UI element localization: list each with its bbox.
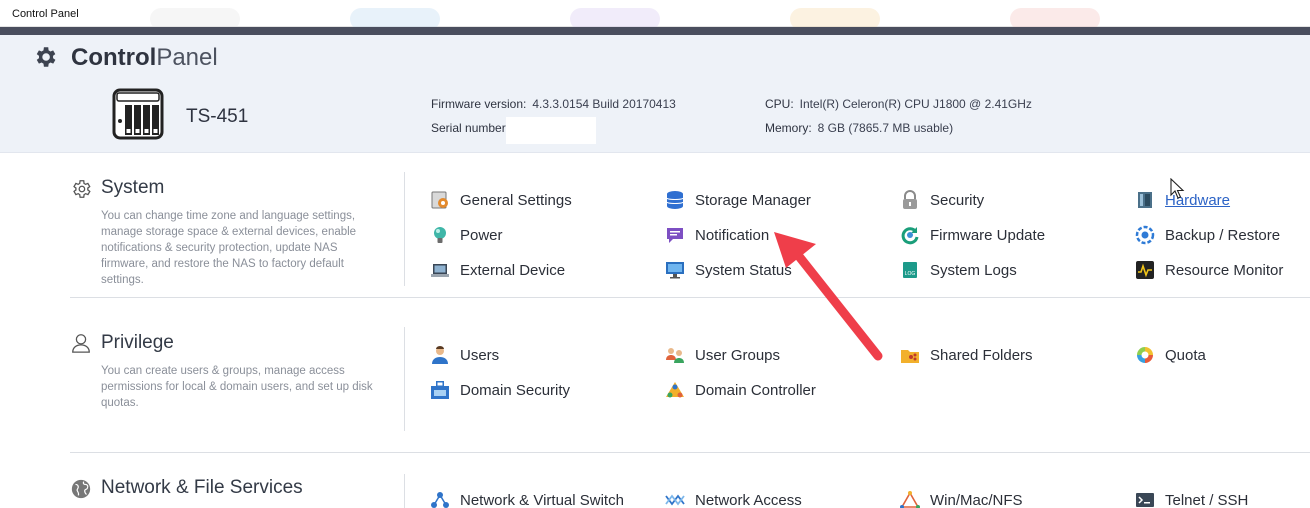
mouse-pointer-icon [1170, 178, 1185, 199]
item-firmware-update[interactable]: Firmware Update [900, 224, 1045, 246]
backup-gear-icon [1135, 225, 1155, 245]
item-telnet-ssh[interactable]: Telnet / SSH [1135, 489, 1248, 508]
hardware-icon [1138, 192, 1152, 208]
general-settings-icon [431, 191, 448, 209]
serial-label: Serial number [431, 121, 506, 135]
item-domain-security[interactable]: Domain Security [430, 379, 570, 401]
control-panel-window: Control Panel ControlPanel TS-451 Firmwa… [0, 0, 1310, 508]
item-power[interactable]: Power [430, 224, 503, 246]
monitor-icon [666, 262, 684, 279]
item-label: Win/Mac/NFS [930, 491, 1023, 508]
item-storage-manager[interactable]: Storage Manager [665, 189, 811, 211]
gear-icon [36, 47, 56, 67]
cpu-label: CPU: [765, 97, 794, 111]
app-title: ControlPanel [71, 44, 218, 72]
shared-folder-icon [901, 350, 919, 363]
section-description-system: You can change time zone and language se… [101, 210, 357, 286]
item-label: Power [460, 226, 503, 244]
section-title-network: Network & File Services [101, 477, 303, 498]
item-label: Network & Virtual Switch [460, 491, 624, 508]
item-network-virtual-switch[interactable]: Network & Virtual Switch [430, 489, 624, 508]
quota-pie-icon [1137, 347, 1153, 363]
domain-controller-icon [666, 382, 684, 398]
item-quota[interactable]: Quota [1135, 344, 1206, 366]
item-notification[interactable]: Notification [665, 224, 769, 246]
memory-value: 8 GB (7865.7 MB usable) [817, 121, 954, 135]
pulse-icon [1136, 261, 1154, 279]
chat-bubble-icon [667, 228, 683, 243]
item-label: Domain Security [460, 381, 571, 399]
app-title-light: Panel [156, 44, 218, 71]
user-group-icon [666, 348, 684, 363]
refresh-icon [901, 227, 919, 245]
cpu-value: Intel(R) Celeron(R) CPU J1800 @ 2.41GHz [799, 97, 1032, 111]
item-shared-folders[interactable]: Shared Folders [900, 344, 1033, 366]
header: ControlPanel TS-451 Firmware version: 4.3… [0, 35, 1310, 153]
nas-device-icon [112, 88, 164, 140]
section-divider [404, 474, 405, 508]
item-label: Resource Monitor [1165, 261, 1284, 279]
section-separator [70, 452, 1310, 453]
item-label: General Settings [460, 191, 572, 209]
item-win-mac-nfs[interactable]: Win/Mac/NFS [900, 489, 1023, 508]
gear-outline-icon [73, 180, 91, 198]
item-system-logs[interactable]: LOG System Logs [900, 259, 1017, 281]
section-description-privilege: You can create users & groups, manage ac… [101, 365, 373, 409]
item-label: Users [460, 346, 500, 364]
item-security[interactable]: Security [900, 189, 984, 211]
domain-security-icon [431, 381, 449, 399]
serial-redaction [506, 117, 596, 144]
item-label: Telnet / SSH [1165, 491, 1249, 508]
section-title-privilege: Privilege [101, 332, 174, 353]
network-icon [431, 492, 449, 508]
section-divider [404, 172, 405, 286]
window-title-bar: Control Panel [0, 0, 1310, 30]
item-label: Notification [695, 226, 770, 244]
nas-model: TS-451 [186, 106, 249, 127]
item-label: Firmware Update [930, 226, 1046, 244]
window-divider [0, 27, 1310, 35]
item-label: Domain Controller [695, 381, 816, 399]
lightbulb-icon [434, 227, 446, 243]
item-label: Security [930, 191, 985, 209]
cpu-info: CPU: Intel(R) Celeron(R) CPU J1800 @ 2.41… [765, 97, 1032, 111]
memory-info: Memory: 8 GB (7865.7 MB usable) [765, 121, 953, 135]
item-external-device[interactable]: External Device [430, 259, 565, 281]
network-access-icon [665, 494, 685, 506]
svg-text:LOG: LOG [905, 271, 916, 277]
item-resource-monitor[interactable]: Resource Monitor [1135, 259, 1283, 281]
memory-label: Memory: [765, 121, 812, 135]
user-icon [432, 346, 448, 364]
firmware-version: Firmware version: 4.3.3.0154 Build 201704… [431, 97, 676, 111]
item-label: System Logs [930, 261, 1017, 279]
firmware-label: Firmware version: [431, 97, 527, 111]
section-title-system: System [101, 177, 165, 198]
user-outline-icon [72, 334, 90, 353]
item-label: Network Access [695, 491, 802, 508]
section-divider [404, 327, 405, 431]
triangle-network-icon [900, 491, 920, 508]
item-label: Shared Folders [930, 346, 1033, 364]
firmware-value: 4.3.3.0154 Build 20170413 [532, 97, 676, 111]
item-general-settings[interactable]: General Settings [430, 189, 572, 211]
item-network-access[interactable]: Network Access [665, 489, 802, 508]
serial-number: Serial number [431, 121, 512, 135]
item-label: Quota [1165, 346, 1206, 364]
section-separator [70, 297, 1310, 298]
globe-icon [71, 479, 91, 499]
lock-icon [903, 190, 917, 209]
item-users[interactable]: Users [430, 344, 499, 366]
database-icon [666, 191, 684, 209]
log-file-icon: LOG [903, 262, 917, 278]
laptop-icon [431, 264, 449, 277]
app-title-bold: Control [71, 44, 157, 71]
item-backup-restore[interactable]: Backup / Restore [1135, 224, 1280, 246]
item-label: Storage Manager [695, 191, 811, 209]
annotation-arrow-icon [774, 232, 883, 361]
window-title: Control Panel [12, 8, 79, 20]
item-label: Backup / Restore [1165, 226, 1281, 244]
item-label: External Device [460, 261, 566, 279]
terminal-icon [1136, 493, 1154, 507]
item-domain-controller[interactable]: Domain Controller [665, 379, 816, 401]
